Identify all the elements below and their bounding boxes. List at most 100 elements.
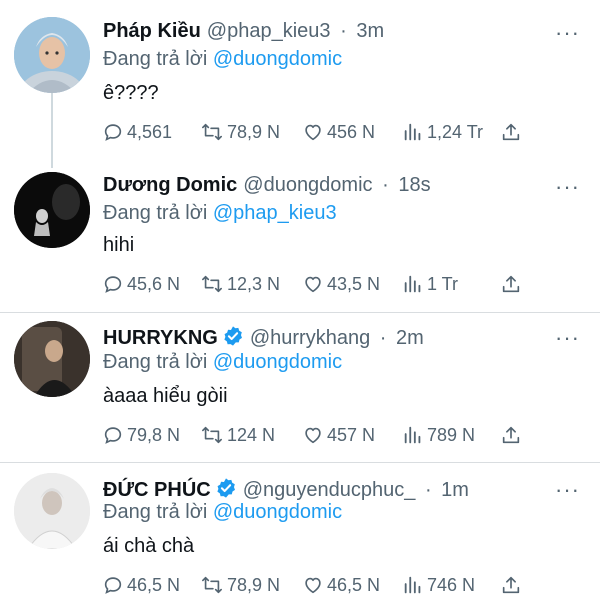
reply-count: 45,6 N: [127, 273, 181, 294]
like-count: 43,5 N: [327, 273, 381, 294]
reply-icon: [104, 427, 122, 444]
tweet-time[interactable]: 1m: [441, 479, 469, 501]
reply-prefix: Đang trả lời: [103, 48, 208, 70]
share-button[interactable]: [500, 118, 525, 146]
retweet-count: 124 N: [227, 424, 276, 445]
tweet-duc-phuc[interactable]: ĐỨC PHÚC @nguyenducphuc_ · 1m ··· Đang tr…: [0, 463, 600, 606]
views-button[interactable]: 789 N: [402, 421, 475, 449]
author-handle[interactable]: @duongdomic: [243, 174, 372, 196]
like-count: 457 N: [327, 424, 376, 445]
reply-mention-link[interactable]: @duongdomic: [213, 501, 342, 523]
tweet-duong-domic[interactable]: Dương Domic @duongdomic · 18s ··· Đang tr…: [0, 160, 600, 310]
tweet-text: àaaa hiểu gòii: [103, 385, 228, 407]
action-bar: 4,561 78,9 N 456 N 1,24 Tr: [100, 118, 530, 146]
retweet-icon: [202, 576, 222, 594]
like-count: 46,5 N: [327, 574, 381, 595]
reply-mention-link[interactable]: @phap_kieu3: [213, 202, 337, 224]
views-icon: [404, 123, 421, 141]
reply-button[interactable]: 46,5 N: [102, 571, 180, 599]
more-icon[interactable]: ···: [555, 174, 580, 200]
views-button[interactable]: 746 N: [402, 571, 475, 599]
views-icon: [404, 275, 421, 293]
author-line: Dương Domic @duongdomic · 18s: [103, 174, 431, 197]
retweet-button[interactable]: 12,3 N: [200, 270, 280, 298]
retweet-button[interactable]: 78,9 N: [200, 571, 280, 599]
reply-context: Đang trả lời @duongdomic: [103, 501, 342, 524]
avatar[interactable]: [14, 473, 90, 549]
more-icon[interactable]: ···: [555, 477, 580, 503]
like-button[interactable]: 456 N: [302, 118, 375, 146]
action-bar: 79,8 N 124 N 457 N 789 N: [100, 421, 530, 449]
reply-count: 79,8 N: [127, 424, 181, 445]
retweet-count: 12,3 N: [227, 273, 281, 294]
retweet-icon: [202, 275, 222, 293]
tweet-phap-kieu[interactable]: Pháp Kiều @phap_kieu3 · 3m ··· Đang trả l…: [0, 0, 600, 160]
tweet-text: ái chà chà: [103, 535, 195, 557]
reply-mention-link[interactable]: @duongdomic: [213, 351, 342, 373]
tweet-hurrykng[interactable]: HURRYKNG @hurrykhang · 2m ··· Đang trả lờ…: [0, 313, 600, 461]
verified-icon: [224, 326, 242, 346]
author-handle[interactable]: @hurrykhang: [250, 327, 370, 349]
tweet-text: hihi: [103, 234, 135, 256]
separator-dot: ·: [379, 327, 387, 349]
like-button[interactable]: 46,5 N: [302, 571, 380, 599]
like-icon: [305, 124, 321, 141]
retweet-icon: [202, 123, 222, 141]
tweet-text: ê????: [103, 82, 159, 104]
author-handle[interactable]: @nguyenducphuc_: [243, 479, 416, 501]
like-count: 456 N: [327, 121, 376, 142]
author-line: HURRYKNG @hurrykhang · 2m: [103, 325, 424, 350]
share-button[interactable]: [500, 270, 525, 298]
separator-dot: ·: [382, 174, 389, 196]
author-name[interactable]: Dương Domic: [103, 174, 237, 196]
retweet-button[interactable]: 78,9 N: [200, 118, 280, 146]
reply-button[interactable]: 45,6 N: [102, 270, 180, 298]
more-icon[interactable]: ···: [555, 325, 580, 351]
share-icon: [502, 123, 520, 141]
author-name[interactable]: HURRYKNG: [103, 327, 218, 349]
separator-dot: ·: [424, 479, 432, 501]
reply-icon: [104, 577, 122, 594]
views-button[interactable]: 1 Tr: [402, 270, 458, 298]
share-button[interactable]: [500, 421, 525, 449]
tweet-time[interactable]: 3m: [356, 20, 384, 42]
reply-context: Đang trả lời @duongdomic: [103, 351, 342, 374]
reply-mention-link[interactable]: @duongdomic: [213, 48, 342, 70]
views-count: 789 N: [427, 424, 476, 445]
avatar[interactable]: [14, 172, 90, 248]
views-count: 1 Tr: [427, 273, 459, 294]
author-name[interactable]: Pháp Kiều: [103, 20, 201, 42]
share-icon: [502, 275, 520, 293]
like-icon: [305, 427, 321, 444]
reply-prefix: Đang trả lời: [103, 501, 208, 523]
more-icon[interactable]: ···: [555, 20, 580, 46]
retweet-button[interactable]: 124 N: [200, 421, 275, 449]
tweet-time[interactable]: 2m: [396, 327, 424, 349]
views-icon: [404, 426, 421, 444]
like-icon: [305, 276, 321, 293]
separator-dot: ·: [340, 20, 347, 42]
reply-context: Đang trả lời @phap_kieu3: [103, 202, 337, 225]
views-button[interactable]: 1,24 Tr: [402, 118, 483, 146]
reply-count: 4,561: [127, 121, 173, 142]
reply-icon: [104, 276, 122, 293]
views-count: 746 N: [427, 574, 476, 595]
like-button[interactable]: 457 N: [302, 421, 375, 449]
views-count: 1,24 Tr: [427, 121, 484, 142]
share-button[interactable]: [500, 571, 525, 599]
author-name[interactable]: ĐỨC PHÚC: [103, 479, 211, 501]
retweet-count: 78,9 N: [227, 121, 281, 142]
reply-icon: [104, 124, 122, 141]
like-button[interactable]: 43,5 N: [302, 270, 380, 298]
reply-button[interactable]: 4,561: [102, 118, 172, 146]
retweet-count: 78,9 N: [227, 574, 281, 595]
tweet-time[interactable]: 18s: [398, 174, 430, 196]
author-line: ĐỨC PHÚC @nguyenducphuc_ · 1m: [103, 477, 469, 502]
reply-button[interactable]: 79,8 N: [102, 421, 180, 449]
reply-prefix: Đang trả lời: [103, 351, 208, 373]
author-handle[interactable]: @phap_kieu3: [207, 20, 331, 42]
retweet-icon: [202, 426, 222, 444]
avatar[interactable]: [14, 321, 90, 397]
avatar[interactable]: [14, 17, 90, 93]
views-icon: [404, 576, 421, 594]
